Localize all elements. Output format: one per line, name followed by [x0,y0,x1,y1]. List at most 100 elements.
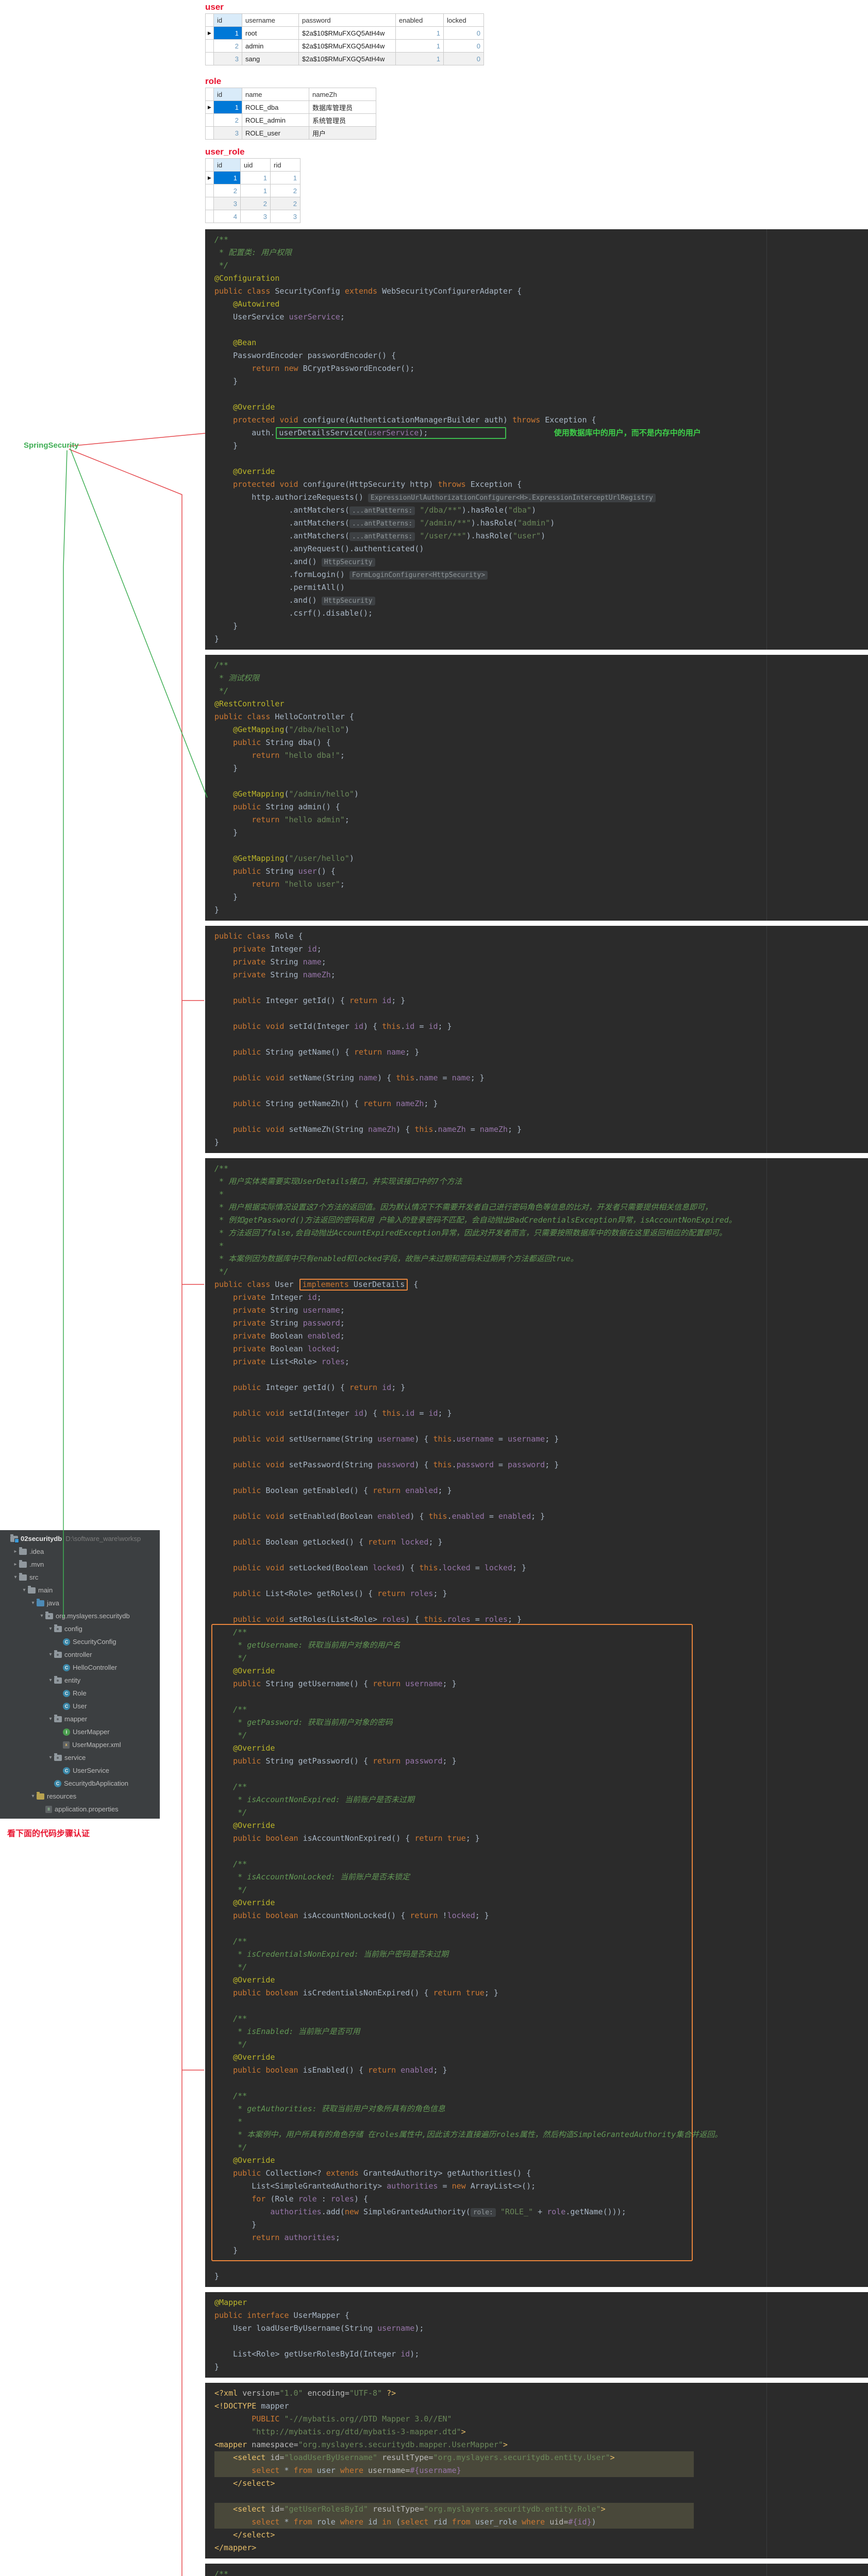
code-line: @GetMapping("/user/hello") [214,852,868,865]
chevron-right-icon[interactable]: ▸ [12,1558,19,1571]
package-icon [45,1613,53,1619]
tree-item-config[interactable]: ▾config [0,1622,160,1635]
chevron-down-icon[interactable]: ▾ [47,1622,54,1635]
code-line: public Boolean getLocked() { return lock… [214,1536,868,1549]
code-line: public String dba() { [214,736,868,749]
tree-item-userservice[interactable]: CUserService [0,1764,160,1777]
tree-item-.idea[interactable]: ▸.idea [0,1545,160,1558]
code-line: private String password; [214,1317,868,1330]
tree-item-mapper[interactable]: ▾ mapper [0,1713,160,1725]
table-row: ▶1ROLE_dba数据库管理员 [206,101,376,114]
table-row: 3ROLE_user用户 [206,127,376,140]
table-cell: 用户 [309,127,376,140]
row-marker-header [206,159,214,172]
code-line [214,1999,868,2012]
table-cell: 0 [444,27,484,40]
chevron-right-icon[interactable]: ▸ [12,1545,19,1558]
code-line: @Override [214,1896,868,1909]
code-line: * isAccountNonLocked: 当前账户是否未锁定 [214,1871,868,1884]
tree-item-org.myslayers.securitydb[interactable]: ▾org.myslayers.securitydb [0,1609,160,1622]
code-line [214,2335,868,2348]
class-icon: C [63,1690,70,1697]
column-header-password: password [299,14,396,27]
chevron-down-icon[interactable]: ▾ [29,1597,37,1609]
table-cell: 2 [214,114,242,127]
chevron-down-icon[interactable]: ▾ [47,1713,54,1725]
package-icon [54,1626,62,1632]
tree-item-application.properties[interactable]: ≡application.properties [0,1803,160,1816]
tree-item-usermapper[interactable]: IUserMapper [0,1725,160,1738]
tree-item-.mvn[interactable]: ▸.mvn [0,1558,160,1571]
code-line: PasswordEncoder passwordEncoder() { [214,349,868,362]
chevron-down-icon[interactable]: ▾ [47,1674,54,1687]
code-line: public String getName() { return name; } [214,1046,868,1059]
code-line: <mapper namespace="org.myslayers.securit… [214,2438,868,2451]
tree-item-label: mapper [64,1713,87,1725]
code-line: */ [214,1729,868,1742]
table-cell: 0 [444,40,484,53]
code-line: /** [214,2090,868,2103]
tree-item-main[interactable]: ▾main [0,1584,160,1597]
column-header-id: id [214,14,242,27]
chevron-down-icon[interactable]: ▾ [47,1648,54,1661]
code-line: return "hello dba!"; [214,749,868,762]
table-cell: 2 [214,40,242,53]
code-line [214,1549,868,1562]
tree-item-label: UserMapper [73,1725,110,1738]
tree-item-label: Role [73,1687,87,1700]
tree-item-02securitydb[interactable]: 02securitydbD:\software_ware\worksp [0,1532,160,1545]
properties-file-icon: ≡ [45,1806,52,1813]
chevron-down-icon[interactable]: ▾ [21,1584,28,1597]
table-cell: 1 [241,184,271,197]
code-line: /** [214,233,868,246]
class-icon: C [54,1780,61,1787]
code-line: } [214,2218,868,2231]
code-line: @Autowired [214,298,868,311]
tree-item-entity[interactable]: ▾entity [0,1674,160,1687]
current-row-marker: ▶ [206,172,214,184]
tree-item-service[interactable]: ▾service [0,1751,160,1764]
code-line [214,1471,868,1484]
row-marker [206,127,214,140]
code-block-usermapper-xml: <?xml version="1.0" encoding="UTF-8" ?><… [205,2383,868,2558]
code-line: } [214,633,868,646]
code-line: /** [214,1858,868,1871]
class-icon: C [63,1664,70,1671]
chevron-down-icon[interactable]: ▾ [47,1751,54,1764]
db-table-user-role: iduidrid▶111212322433 [205,158,301,223]
mindmap-root-label: SpringSecurity [24,441,79,450]
tree-item-src[interactable]: ▾src [0,1571,160,1584]
chevron-down-icon[interactable]: ▾ [29,1790,37,1803]
code-line: } [214,439,868,452]
code-line: @Override [214,2154,868,2167]
code-line: } [214,2244,868,2257]
tree-item-resources[interactable]: ▾resources [0,1790,160,1803]
chevron-down-icon[interactable]: ▾ [12,1571,19,1584]
tree-item-hellocontroller[interactable]: CHelloController [0,1661,160,1674]
chevron-down-icon[interactable]: ▾ [38,1609,45,1622]
code-line: public boolean isEnabled() { return enab… [214,2064,868,2077]
code-line [214,1574,868,1587]
code-line: public void setRoles(List<Role> roles) {… [214,1613,868,1626]
tree-item-java[interactable]: ▾java [0,1597,160,1609]
code-line: private Boolean locked; [214,1343,868,1355]
link-green-to-project-tree [63,450,67,1618]
tree-item-securityconfig[interactable]: CSecurityConfig [0,1635,160,1648]
code-line: @Override [214,2051,868,2064]
tree-item-label: SecuritydbApplication [64,1777,128,1790]
code-line: * isEnabled: 当前账户是否可用 [214,2025,868,2038]
table-cell: 1 [396,27,444,40]
tree-item-user[interactable]: CUser [0,1700,160,1713]
code-line: <select id="loadUserByUsername" resultTy… [214,2451,868,2464]
code-line: PUBLIC "-//mybatis.org//DTD Mapper 3.0//… [214,2413,868,2426]
code-line: /** [214,1162,868,1175]
current-row-marker: ▶ [206,101,214,114]
notes-page: user idusernamepasswordenabledlocked▶1ro… [0,0,868,2576]
row-marker-header [206,88,214,101]
tree-item-role[interactable]: CRole [0,1687,160,1700]
tree-item-usermapper.xml[interactable]: xUserMapper.xml [0,1738,160,1751]
green-highlight-box: userDetailsService(userService); [276,427,506,439]
tree-item-securitydbapplication[interactable]: CSecuritydbApplication [0,1777,160,1790]
code-line [214,1033,868,1046]
tree-item-controller[interactable]: ▾controller [0,1648,160,1661]
